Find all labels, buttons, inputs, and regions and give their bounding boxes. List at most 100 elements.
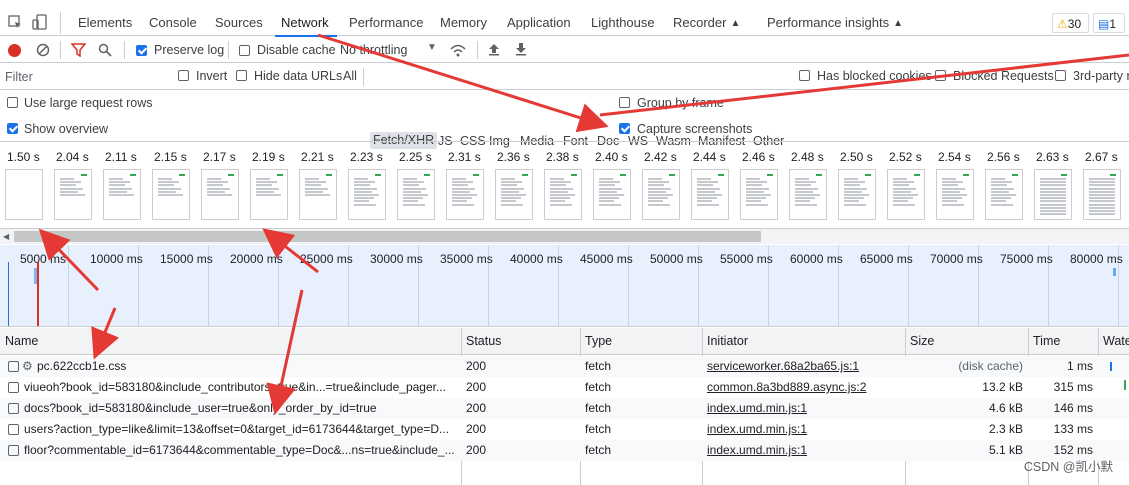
filmstrip-screenshot[interactable] (250, 169, 288, 220)
device-toolbar-icon[interactable] (32, 14, 48, 30)
filmstrip-screenshot[interactable] (1034, 169, 1072, 220)
overview-tick-label: 55000 ms (720, 252, 773, 266)
tab-memory[interactable]: Memory (440, 0, 487, 36)
row-select-checkbox[interactable] (8, 445, 19, 456)
disable-cache-checkbox[interactable] (239, 45, 250, 56)
network-conditions-icon[interactable] (449, 42, 467, 58)
filmstrip-screenshot[interactable] (985, 169, 1023, 220)
request-time: 315 ms (1053, 380, 1093, 394)
warnings-count: 30 (1067, 17, 1082, 31)
throttling-select[interactable]: No throttling (340, 43, 407, 57)
table-row[interactable]: viueoh?book_id=583180&include_contributo… (0, 377, 1129, 398)
tab-console[interactable]: Console (149, 0, 197, 36)
filmstrip-screenshot[interactable] (201, 169, 239, 220)
filmstrip-screenshot[interactable] (299, 169, 337, 220)
dom-content-loaded-marker (8, 262, 9, 326)
scroll-left-icon[interactable]: ◀ (3, 232, 9, 241)
column-name[interactable]: Name (5, 334, 38, 348)
filmstrip-timestamp: 2.52 s (889, 150, 922, 164)
tab-recorder[interactable]: Recorder ▲ (673, 0, 740, 36)
warnings-badge[interactable]: ⚠30 (1052, 13, 1089, 33)
filmstrip-screenshot[interactable] (446, 169, 484, 220)
tab-performance-insights[interactable]: Performance insights ▲ (767, 0, 903, 36)
large-rows-checkbox[interactable] (7, 97, 18, 108)
third-party-checkbox[interactable] (1055, 70, 1066, 81)
request-initiator[interactable]: common.8a3bd889.async.js:2 (707, 377, 897, 398)
column-size[interactable]: Size (910, 334, 934, 348)
scrollbar-thumb[interactable] (14, 231, 761, 242)
tab-application[interactable]: Application (507, 0, 571, 36)
hide-data-urls-checkbox[interactable] (236, 70, 247, 81)
invert-checkbox[interactable] (178, 70, 189, 81)
inspect-element-icon[interactable] (8, 15, 22, 29)
tab-sources[interactable]: Sources (215, 0, 263, 36)
record-icon[interactable] (8, 44, 21, 57)
overview-tick-label: 20000 ms (230, 252, 283, 266)
filmstrip-screenshot[interactable] (495, 169, 533, 220)
filmstrip-screenshot[interactable] (54, 169, 92, 220)
filmstrip-screenshot[interactable] (691, 169, 729, 220)
clear-icon[interactable] (36, 43, 50, 57)
column-status[interactable]: Status (466, 334, 501, 348)
request-name: users?action_type=like&limit=13&offset=0… (24, 422, 450, 436)
filter-input[interactable]: Filter (0, 66, 165, 87)
type-filter-all[interactable]: All (343, 69, 357, 83)
filmstrip-screenshot[interactable] (936, 169, 974, 220)
search-icon[interactable] (98, 43, 112, 57)
table-row[interactable]: floor?commentable_id=6173644&commentable… (0, 440, 1129, 461)
filmstrip-timestamp: 2.44 s (693, 150, 726, 164)
tab-performance[interactable]: Performance (349, 0, 423, 36)
request-name: floor?commentable_id=6173644&commentable… (24, 443, 455, 457)
filmstrip-screenshot[interactable] (103, 169, 141, 220)
filmstrip-screenshot[interactable] (642, 169, 680, 220)
request-initiator[interactable]: index.umd.min.js:1 (707, 398, 897, 419)
row-select-checkbox[interactable] (8, 403, 19, 414)
filmstrip-screenshot[interactable] (838, 169, 876, 220)
request-initiator[interactable]: index.umd.min.js:1 (707, 419, 897, 440)
filmstrip-screenshot[interactable] (152, 169, 190, 220)
filmstrip-scrollbar[interactable]: ◀ (0, 229, 1129, 244)
row-select-checkbox[interactable] (8, 361, 19, 372)
tab-lighthouse[interactable]: Lighthouse (591, 0, 655, 36)
overview-tick-label: 30000 ms (370, 252, 423, 266)
filmstrip-screenshot[interactable] (348, 169, 386, 220)
blocked-requests-checkbox[interactable] (935, 70, 946, 81)
filmstrip-screenshot[interactable] (397, 169, 435, 220)
preserve-log-label: Preserve log (154, 43, 225, 57)
show-overview-checkbox[interactable] (7, 123, 18, 134)
column-waterfall[interactable]: Wate (1103, 334, 1129, 348)
filmstrip-screenshot[interactable] (1083, 169, 1121, 220)
hide-data-urls-label: Hide data URLs (254, 69, 343, 83)
filmstrip-screenshot[interactable] (593, 169, 631, 220)
request-initiator[interactable]: index.umd.min.js:1 (707, 440, 897, 461)
export-har-icon[interactable] (515, 42, 527, 56)
row-select-checkbox[interactable] (8, 424, 19, 435)
request-status: 200 (466, 401, 487, 415)
filmstrip-screenshot[interactable] (887, 169, 925, 220)
table-row[interactable]: docs?book_id=583180&include_user=true&on… (0, 398, 1129, 419)
filter-icon[interactable] (71, 43, 86, 57)
table-row[interactable]: ⚙ pc.622ccb1e.css 200 fetch serviceworker.68… (0, 356, 1129, 377)
row-select-checkbox[interactable] (8, 382, 19, 393)
filmstrip-screenshot[interactable] (789, 169, 827, 220)
preserve-log-checkbox[interactable] (136, 45, 147, 56)
filmstrip-timestamp: 2.67 s (1085, 150, 1118, 164)
has-blocked-cookies-checkbox[interactable] (799, 70, 810, 81)
request-name: viueoh?book_id=583180&include_contributo… (24, 380, 446, 394)
request-name: docs?book_id=583180&include_user=true&on… (24, 401, 377, 415)
capture-screenshots-checkbox[interactable] (619, 123, 630, 134)
column-time[interactable]: Time (1033, 334, 1060, 348)
import-har-icon[interactable] (488, 42, 500, 56)
tab-network[interactable]: Network (275, 0, 337, 37)
column-initiator[interactable]: Initiator (707, 334, 748, 348)
group-by-frame-checkbox[interactable] (619, 97, 630, 108)
filmstrip-screenshot[interactable] (5, 169, 43, 220)
messages-badge[interactable]: ▤1 (1093, 13, 1125, 33)
request-initiator[interactable]: serviceworker.68a2ba65.js:1 (707, 356, 897, 377)
column-type[interactable]: Type (585, 334, 612, 348)
chevron-down-icon[interactable]: ▼ (427, 42, 437, 53)
filmstrip-screenshot[interactable] (740, 169, 778, 220)
filmstrip-screenshot[interactable] (544, 169, 582, 220)
table-row[interactable]: users?action_type=like&limit=13&offset=0… (0, 419, 1129, 440)
tab-elements[interactable]: Elements (78, 0, 132, 36)
